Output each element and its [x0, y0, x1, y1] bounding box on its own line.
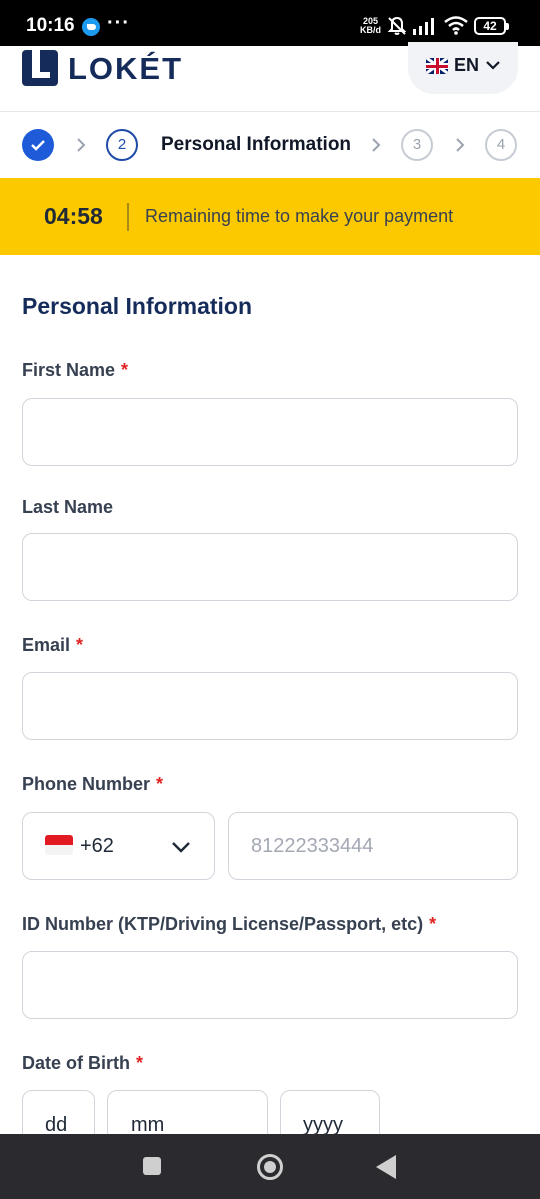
loket-logo-icon [22, 50, 58, 86]
chevron-down-icon [486, 61, 500, 70]
status-time: 10:16 [26, 15, 75, 36]
timer-divider [127, 203, 129, 231]
step-4: 4 [485, 129, 517, 161]
uk-flag-icon [426, 58, 448, 74]
first-name-input[interactable] [22, 398, 518, 466]
step-1-complete [22, 129, 54, 161]
chevron-right-icon [456, 138, 465, 152]
last-name-label: Last Name [22, 497, 114, 517]
last-name-input[interactable] [22, 533, 518, 601]
back-button[interactable] [376, 1155, 396, 1179]
section-title: Personal Information [22, 293, 253, 319]
language-label: EN [454, 55, 480, 75]
phone-number-input[interactable]: 81222333444 [228, 812, 518, 880]
id-number-input[interactable] [22, 951, 518, 1019]
phone-label: Phone Number * [22, 774, 164, 794]
indonesia-flag-icon [45, 835, 73, 855]
network-speed: 205 KB/d [360, 17, 381, 35]
check-icon [31, 140, 45, 151]
chevron-right-icon [77, 138, 86, 152]
required-mark: * [136, 1053, 144, 1073]
chevron-right-icon [372, 138, 381, 152]
timer-label: Remaining time to make your payment [145, 206, 454, 226]
home-button[interactable] [257, 1154, 283, 1180]
more-notifications-icon: ··· [107, 12, 130, 34]
status-bar: 10:16 ··· 205 KB/d 42 [0, 0, 540, 46]
phone-placeholder: 81222333444 [251, 835, 374, 857]
email-label: Email * [22, 635, 84, 655]
chevron-down-icon [172, 842, 190, 853]
checkout-stepper: 2 Personal Information 3 4 [0, 113, 540, 177]
wifi-icon [444, 16, 468, 35]
required-mark: * [156, 774, 164, 794]
language-selector[interactable]: EN [408, 42, 518, 94]
app-header: LOKÉT EN [0, 42, 540, 112]
dob-label: Date of Birth * [22, 1053, 144, 1073]
system-nav-bar [0, 1134, 540, 1199]
bell-muted-icon [387, 16, 407, 35]
logo-text: LOKÉT [68, 51, 184, 86]
required-mark: * [121, 360, 129, 380]
twitter-icon [82, 18, 100, 36]
timer-countdown: 04:58 [44, 203, 103, 229]
country-code-value: +62 [80, 835, 114, 857]
signal-icon [413, 18, 434, 35]
first-name-label: First Name * [22, 360, 129, 380]
country-code-select[interactable]: +62 [22, 812, 215, 880]
email-input[interactable] [22, 672, 518, 740]
step-3: 3 [401, 129, 433, 161]
required-mark: * [429, 914, 437, 934]
required-mark: * [76, 635, 84, 655]
active-step-title: Personal Information [161, 134, 352, 155]
payment-timer-banner: 04:58 Remaining time to make your paymen… [0, 178, 540, 255]
network-speed-unit: KB/d [360, 25, 381, 35]
battery-icon: 42 [474, 17, 509, 35]
id-number-label: ID Number (KTP/Driving License/Passport,… [22, 914, 437, 934]
recent-apps-button[interactable] [143, 1157, 161, 1175]
step-2: 2 [106, 129, 138, 161]
